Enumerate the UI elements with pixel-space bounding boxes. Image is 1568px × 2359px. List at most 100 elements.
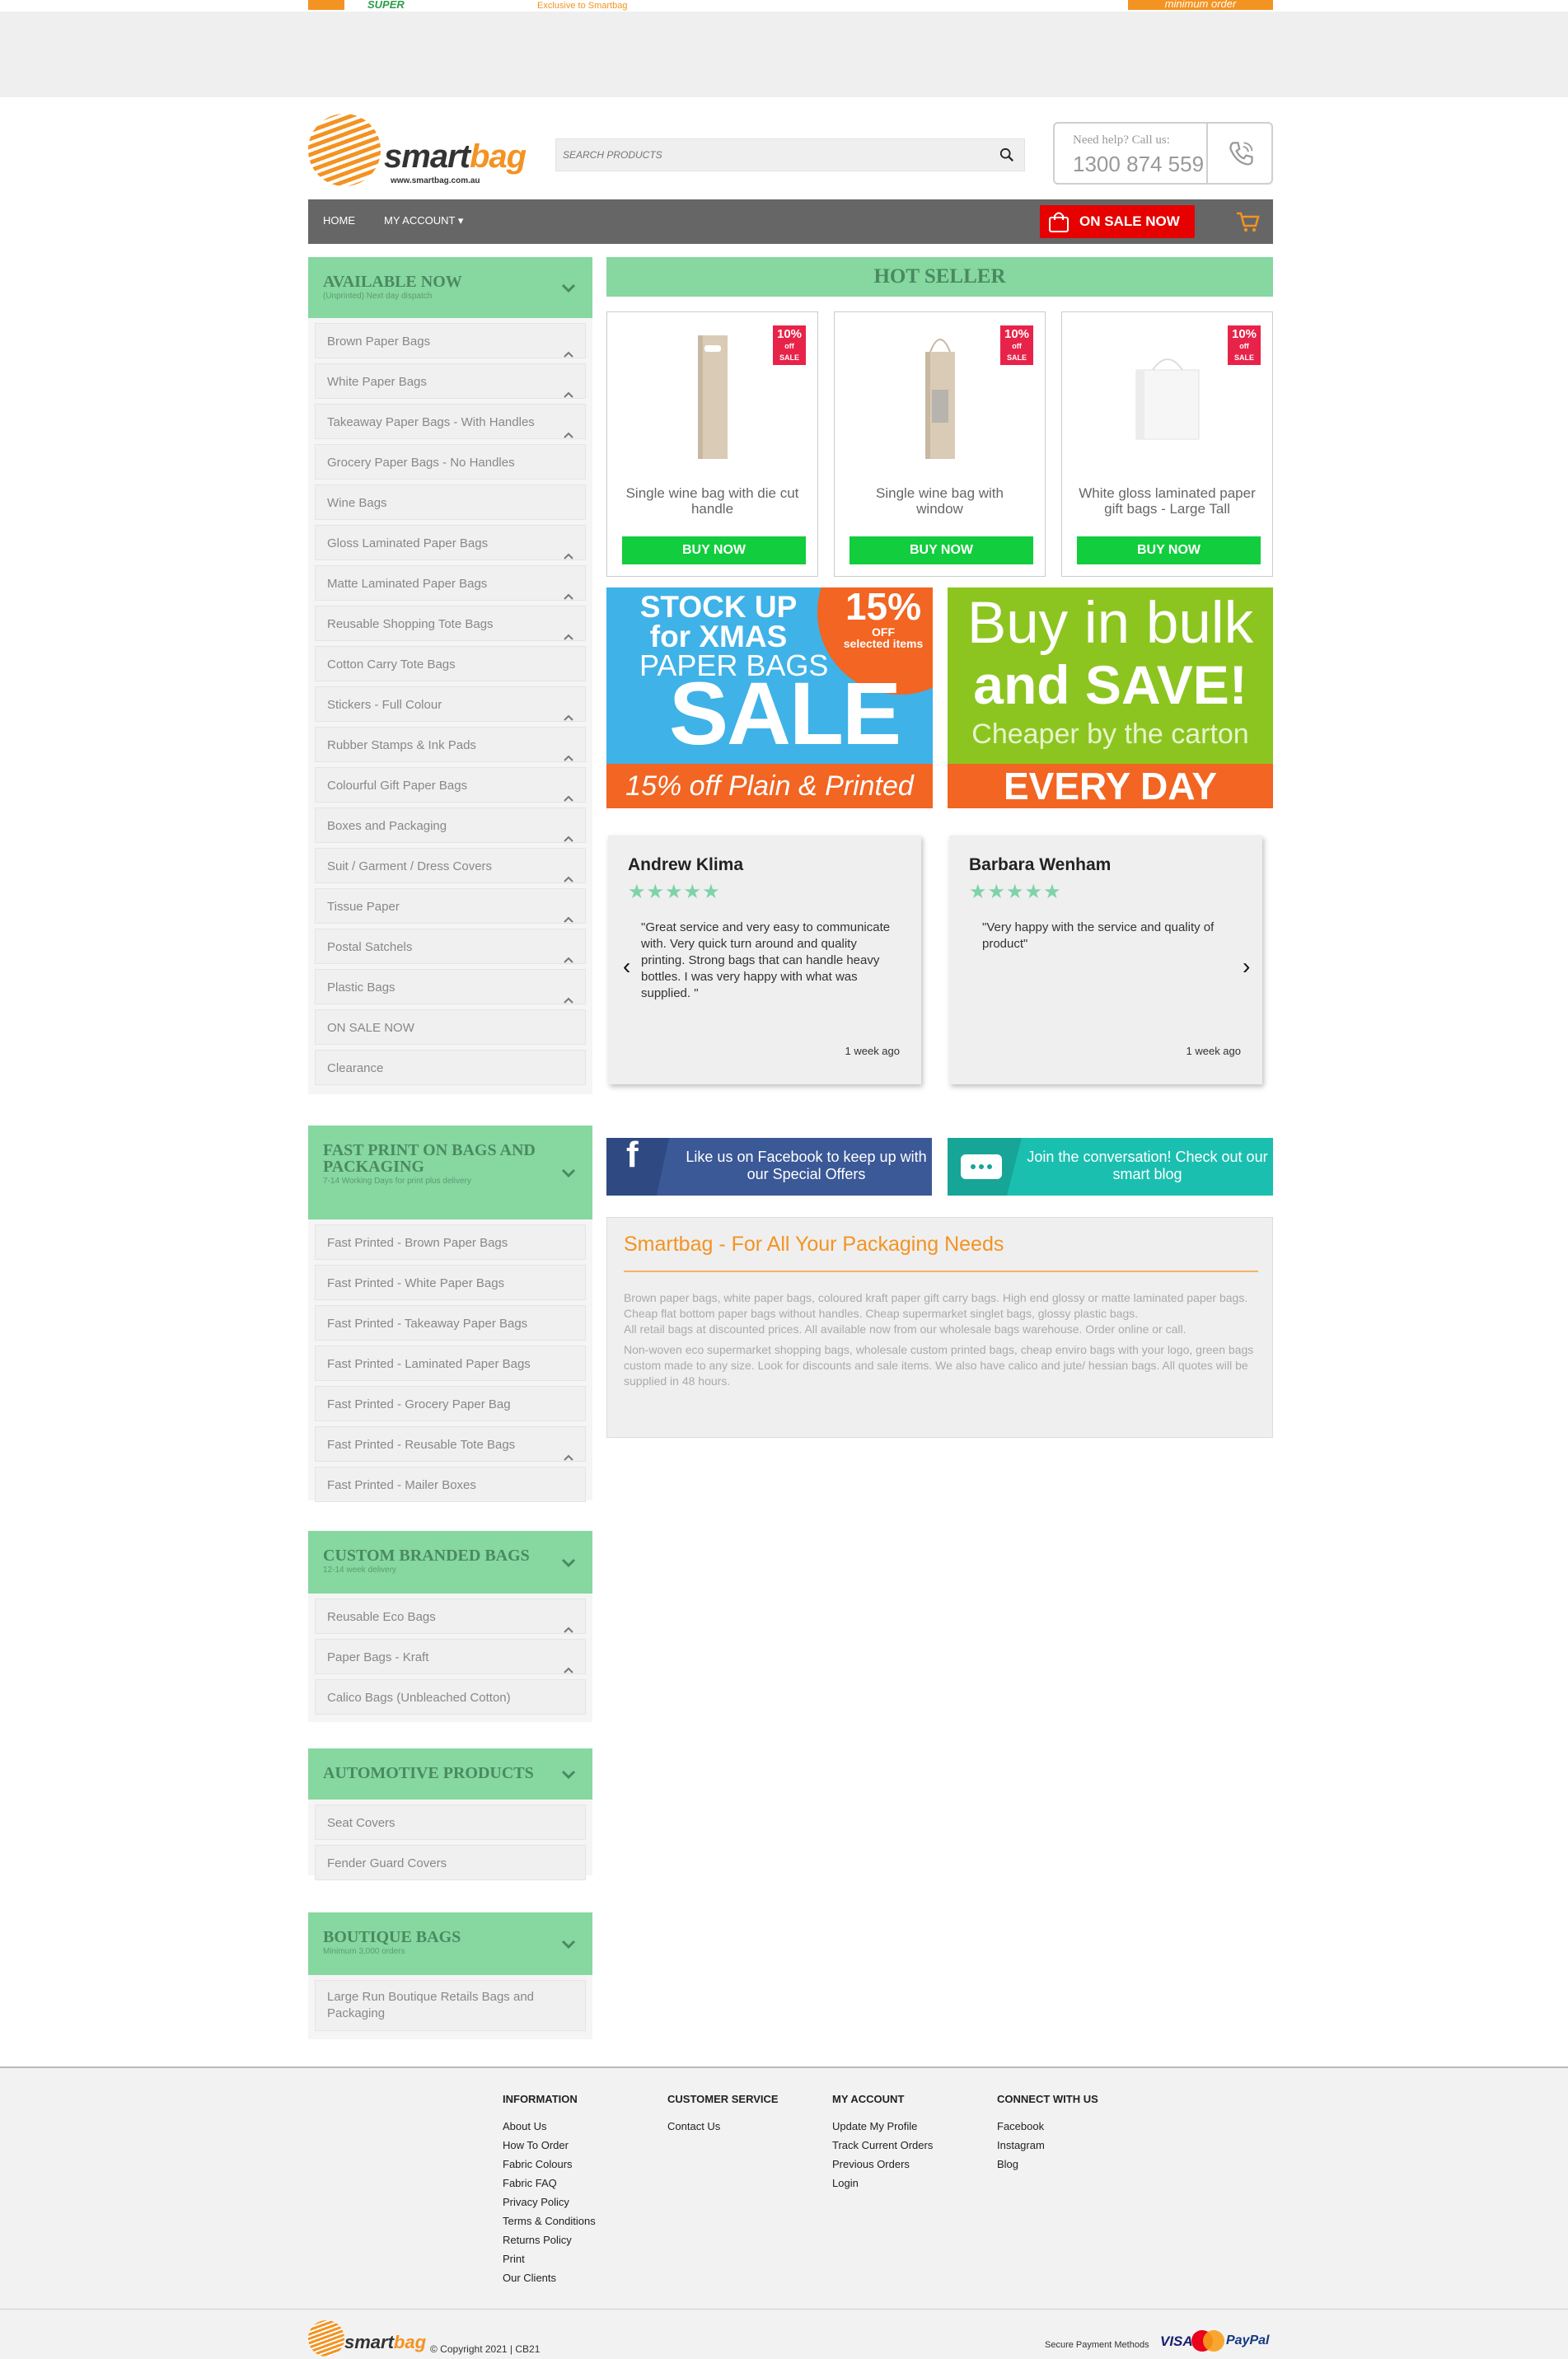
category-item[interactable]: Stickers - Full Colour (315, 686, 586, 722)
chevron-up-icon[interactable] (564, 983, 573, 1004)
chevron-up-icon[interactable] (564, 781, 573, 802)
product-card[interactable]: 10% off SALE White gloss laminated paper g… (1061, 311, 1273, 577)
footer-link[interactable]: Facebook (997, 2117, 1098, 2136)
category-item[interactable]: Fast Printed - Takeaway Paper Bags (315, 1305, 586, 1341)
product-name[interactable]: White gloss laminated paper gift bags - … (1079, 485, 1256, 517)
chevron-down-icon[interactable] (559, 1163, 578, 1182)
chevron-up-icon[interactable] (564, 620, 573, 640)
phone-icon[interactable] (1226, 138, 1256, 168)
footer-link[interactable]: Previous Orders (832, 2155, 933, 2174)
footer-link[interactable]: Returns Policy (503, 2230, 596, 2249)
category-item[interactable]: ON SALE NOW (315, 1009, 586, 1045)
category-item[interactable]: Rubber Stamps & Ink Pads (315, 727, 586, 762)
category-item[interactable]: Brown Paper Bags (315, 323, 586, 358)
buy-in-bulk-banner[interactable]: Buy in bulk and SAVE! Cheaper by the car… (948, 587, 1273, 808)
chevron-up-icon[interactable] (564, 1440, 573, 1461)
category-item[interactable]: Clearance (315, 1050, 586, 1085)
chevron-up-icon[interactable] (564, 943, 573, 963)
chevron-up-icon[interactable] (564, 741, 573, 761)
product-card[interactable]: 10% off SALE Single wine bag with die cut … (606, 311, 818, 577)
on-sale-now-button[interactable]: ON SALE NOW (1040, 205, 1195, 238)
chevron-up-icon[interactable] (564, 902, 573, 923)
category-item[interactable]: Fast Printed - White Paper Bags (315, 1265, 586, 1300)
category-item[interactable]: Takeaway Paper Bags - With Handles (315, 404, 586, 439)
chevron-up-icon[interactable] (564, 377, 573, 398)
category-item[interactable]: Gloss Laminated Paper Bags (315, 525, 586, 560)
category-item[interactable]: Reusable Eco Bags (315, 1598, 586, 1634)
category-item[interactable]: Suit / Garment / Dress Covers (315, 848, 586, 883)
category-item[interactable]: Fast Printed - Grocery Paper Bag (315, 1386, 586, 1421)
category-item[interactable]: Calico Bags (Unbleached Cotton) (315, 1679, 586, 1715)
footer-link[interactable]: How To Order (503, 2136, 596, 2155)
category-header[interactable]: AVAILABLE NOW (Unprinted) Next day dispat… (308, 257, 592, 318)
category-item[interactable]: Seat Covers (315, 1804, 586, 1840)
footer-link[interactable]: Fabric FAQ (503, 2174, 596, 2193)
product-name[interactable]: Single wine bag with die cut handle (624, 485, 801, 517)
search-icon[interactable] (999, 147, 1014, 162)
chevron-down-icon[interactable] (559, 1765, 578, 1783)
smartbag-logo[interactable]: smartbag www.smartbag.com.au (308, 105, 547, 188)
chevron-up-icon[interactable] (564, 1612, 573, 1633)
chevron-up-icon[interactable] (564, 418, 573, 438)
category-item[interactable]: Fast Printed - Brown Paper Bags (315, 1224, 586, 1260)
category-item[interactable]: Fast Printed - Laminated Paper Bags (315, 1346, 586, 1381)
footer-link[interactable]: Blog (997, 2155, 1098, 2174)
chevron-up-icon[interactable] (564, 539, 573, 559)
category-item[interactable]: Boxes and Packaging (315, 807, 586, 843)
category-item[interactable]: Large Run Boutique Retails Bags and Pack… (315, 1980, 586, 2031)
product-card[interactable]: 10% off SALE Single wine bag with window B… (834, 311, 1046, 577)
category-item[interactable]: Tissue Paper (315, 888, 586, 924)
blog-banner[interactable]: Join the conversation! Check out our sma… (948, 1138, 1273, 1196)
next-arrow-icon[interactable]: › (1243, 953, 1250, 980)
buy-now-button[interactable]: BUY NOW (850, 536, 1033, 564)
category-item[interactable]: Colourful Gift Paper Bags (315, 767, 586, 803)
category-header[interactable]: CUSTOM BRANDED BAGS 12-14 week delivery (308, 1531, 592, 1594)
category-item[interactable]: Paper Bags - Kraft (315, 1639, 586, 1674)
footer-link[interactable]: Track Current Orders (832, 2136, 933, 2155)
chevron-up-icon[interactable] (564, 579, 573, 600)
chevron-up-icon[interactable] (564, 337, 573, 358)
search-input[interactable] (556, 139, 968, 171)
category-item[interactable]: Postal Satchels (315, 929, 586, 964)
category-header[interactable]: FAST PRINT ON BAGS AND PACKAGING 7-14 Wor… (308, 1126, 592, 1219)
category-item[interactable]: Cotton Carry Tote Bags (315, 646, 586, 681)
chevron-down-icon[interactable] (559, 1553, 578, 1571)
footer-logo[interactable]: smartbag (308, 2317, 426, 2358)
category-item[interactable]: Matte Laminated Paper Bags (315, 565, 586, 601)
footer-link[interactable]: Login (832, 2174, 933, 2193)
product-name[interactable]: Single wine bag with window (851, 485, 1028, 517)
cart-icon[interactable] (1235, 209, 1260, 234)
category-item[interactable]: Reusable Shopping Tote Bags (315, 606, 586, 641)
promo-right-text[interactable]: minimum order (1128, 0, 1273, 10)
footer-link[interactable]: Terms & Conditions (503, 2212, 596, 2230)
category-item[interactable]: Fast Printed - Reusable Tote Bags (315, 1426, 586, 1462)
footer-link[interactable]: Our Clients (503, 2268, 596, 2287)
facebook-banner[interactable]: f Like us on Facebook to keep up with ou… (606, 1138, 932, 1196)
chevron-up-icon[interactable] (564, 700, 573, 721)
chevron-down-icon[interactable] (559, 278, 578, 297)
category-item[interactable]: Plastic Bags (315, 969, 586, 1004)
call-us-box[interactable]: Need help? Call us: 1300 874 559 (1053, 122, 1273, 185)
footer-link[interactable]: Print (503, 2249, 596, 2268)
chevron-down-icon[interactable] (559, 1935, 578, 1953)
footer-link[interactable]: Privacy Policy (503, 2193, 596, 2212)
category-header[interactable]: AUTOMOTIVE PRODUCTS (308, 1748, 592, 1800)
nav-home[interactable]: HOME (323, 214, 355, 227)
buy-now-button[interactable]: BUY NOW (1077, 536, 1261, 564)
chevron-up-icon[interactable] (564, 821, 573, 842)
footer-link[interactable]: Fabric Colours (503, 2155, 596, 2174)
category-item[interactable]: Fender Guard Covers (315, 1845, 586, 1880)
phone-number[interactable]: 1300 874 559 (1073, 152, 1204, 177)
footer-link[interactable]: Contact Us (667, 2117, 779, 2136)
chevron-up-icon[interactable] (564, 1653, 573, 1673)
footer-link[interactable]: Update My Profile (832, 2117, 933, 2136)
category-item[interactable]: Fast Printed - Mailer Boxes (315, 1467, 586, 1502)
nav-my-account[interactable]: MY ACCOUNT ▾ (384, 214, 463, 227)
footer-link[interactable]: About Us (503, 2117, 596, 2136)
category-item[interactable]: Wine Bags (315, 484, 586, 520)
chevron-up-icon[interactable] (564, 862, 573, 882)
category-header[interactable]: BOUTIQUE BAGS Minimum 3,000 orders (308, 1912, 592, 1975)
xmas-sale-banner[interactable]: STOCK UP for XMAS PAPER BAGS SALE 15% OFF s… (606, 587, 933, 808)
footer-link[interactable]: Instagram (997, 2136, 1098, 2155)
category-item[interactable]: Grocery Paper Bags - No Handles (315, 444, 586, 480)
